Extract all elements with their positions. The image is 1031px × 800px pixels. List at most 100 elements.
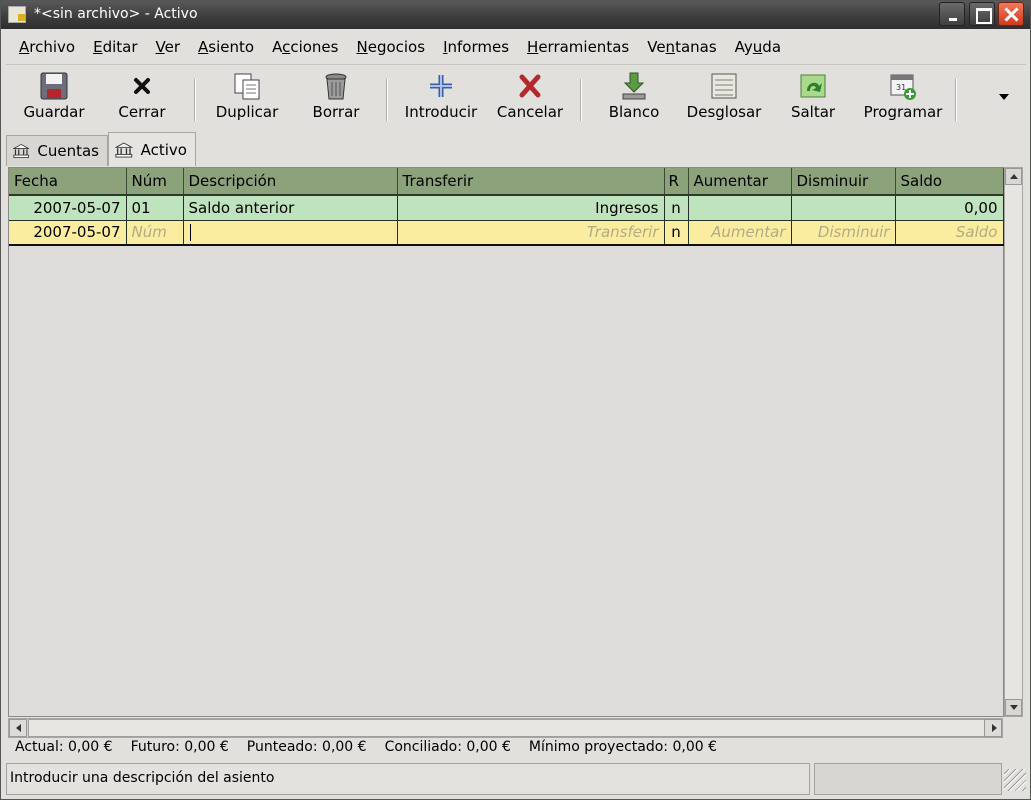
desglosar-button[interactable]: Desglosar <box>682 67 766 127</box>
saltar-button[interactable]: Saltar <box>778 67 848 127</box>
text-cursor <box>189 224 191 242</box>
borrar-button[interactable]: Borrar <box>300 67 372 127</box>
tab-activo-label: Activo <box>140 140 187 159</box>
tab-cuentas[interactable]: Cuentas <box>6 135 108 166</box>
arrow-left-icon <box>16 724 21 732</box>
register-header-row: Fecha Núm Descripción Transferir R Aumen… <box>9 168 1004 196</box>
cell-saldo: 0,00 <box>895 195 1004 221</box>
jump-icon <box>800 74 826 98</box>
notebook-tabs: Cuentas Activo <box>6 132 1026 166</box>
menu-bar: Archivo Editar Ver Asiento Acciones Nego… <box>6 32 1026 62</box>
maximize-button[interactable] <box>969 2 995 26</box>
col-header-descripcion[interactable]: Descripción <box>183 168 398 196</box>
close-window-button[interactable] <box>998 2 1024 26</box>
calendar-add-icon: 31 <box>890 74 916 100</box>
cell-saldo-placeholder: Saldo <box>895 220 1004 246</box>
introducir-button[interactable]: Introducir <box>400 67 482 127</box>
status-message: Introducir una descripción del asiento <box>6 763 810 795</box>
menu-archivo[interactable]: Archivo <box>6 38 84 56</box>
progress-area <box>814 763 1002 795</box>
cell-transferir-placeholder[interactable]: Transferir <box>397 220 665 246</box>
toolbar-overflow-arrow-icon[interactable] <box>999 94 1009 100</box>
col-header-aumentar[interactable]: Aumentar <box>688 168 792 196</box>
cell-transferir[interactable]: Ingresos <box>397 195 665 221</box>
bank-icon <box>13 143 30 158</box>
plus-icon <box>430 75 452 97</box>
summary-conciliado: Conciliado: 0,00 € <box>384 739 511 755</box>
horizontal-scroll-thumb[interactable] <box>28 719 985 737</box>
cell-disminuir-placeholder[interactable]: Disminuir <box>791 220 896 246</box>
cell-aumentar[interactable] <box>688 195 792 221</box>
menu-informes[interactable]: Informes <box>434 38 518 56</box>
toolbar-separator <box>194 79 196 121</box>
cell-num[interactable]: 01 <box>126 195 184 221</box>
col-header-saldo[interactable]: Saldo <box>895 168 1004 196</box>
summary-futuro: Futuro: 0,00 € <box>130 739 229 755</box>
summary-minimo-proyectado: Mínimo proyectado: 0,00 € <box>528 739 717 755</box>
table-row[interactable]: 2007-05-07 01 Saldo anterior Ingresos n … <box>9 195 1004 221</box>
menu-herramientas[interactable]: Herramientas <box>518 38 638 56</box>
duplicate-icon <box>234 73 260 100</box>
cancelar-button[interactable]: Cancelar <box>494 67 566 127</box>
trash-can-icon <box>325 73 347 100</box>
blank-transaction-icon <box>622 72 646 100</box>
summary-punteado: Punteado: 0,00 € <box>246 739 367 755</box>
cell-num-placeholder[interactable]: Núm <box>126 220 184 246</box>
arrow-down-icon <box>1010 705 1018 710</box>
blanco-button[interactable]: Blanco <box>598 67 670 127</box>
title-bar: *<sin archivo> - Activo <box>1 1 1030 29</box>
account-register: Fecha Núm Descripción Transferir R Aumen… <box>8 167 1004 717</box>
duplicar-button[interactable]: Duplicar <box>206 67 288 127</box>
floppy-disk-icon <box>40 72 68 100</box>
scroll-down-button[interactable] <box>1005 699 1022 716</box>
bank-icon <box>115 141 133 157</box>
cell-aumentar-placeholder[interactable]: Aumentar <box>688 220 792 246</box>
menu-ventanas[interactable]: Ventanas <box>638 38 725 56</box>
menu-editar[interactable]: Editar <box>84 38 146 56</box>
account-summary-bar: Actual: 0,00 € Futuro: 0,00 € Punteado: … <box>15 739 717 759</box>
cell-disminuir[interactable] <box>791 195 896 221</box>
window-title: *<sin archivo> - Activo <box>34 6 198 22</box>
scroll-up-button[interactable] <box>1005 168 1022 185</box>
cell-reconcile[interactable]: n <box>664 220 689 246</box>
svg-text:31: 31 <box>896 83 906 92</box>
menu-negocios[interactable]: Negocios <box>347 38 434 56</box>
cell-fecha[interactable]: 2007-05-07 <box>9 195 127 221</box>
menu-acciones[interactable]: Acciones <box>263 38 347 56</box>
toolbar: Guardar Cerrar Duplicar Borrar Introduci… <box>6 64 1026 130</box>
minimize-button[interactable] <box>939 2 965 26</box>
app-window: *<sin archivo> - Activo Archivo Editar V… <box>0 0 1031 800</box>
col-header-fecha[interactable]: Fecha <box>9 168 127 196</box>
status-bar: Introducir una descripción del asiento <box>6 763 1026 795</box>
register-table: Fecha Núm Descripción Transferir R Aumen… <box>9 168 1004 246</box>
menu-ver[interactable]: Ver <box>147 38 190 56</box>
toolbar-separator <box>580 79 582 121</box>
horizontal-scrollbar[interactable] <box>8 718 1003 738</box>
menu-asiento[interactable]: Asiento <box>189 38 263 56</box>
split-transaction-icon <box>711 73 737 99</box>
arrow-up-icon <box>1010 174 1018 179</box>
cell-descripcion-input[interactable] <box>183 220 398 246</box>
guardar-button[interactable]: Guardar <box>18 67 90 127</box>
table-row-current[interactable]: 2007-05-07 Núm Transferir n Aumentar Dis… <box>9 220 1004 246</box>
vertical-scrollbar[interactable] <box>1004 167 1023 717</box>
col-header-transferir[interactable]: Transferir <box>397 168 665 196</box>
programar-button[interactable]: 31 Programar <box>860 67 946 127</box>
col-header-num[interactable]: Núm <box>126 168 184 196</box>
col-header-disminuir[interactable]: Disminuir <box>791 168 896 196</box>
scroll-right-button[interactable] <box>984 719 1002 737</box>
cell-reconcile[interactable]: n <box>664 195 689 221</box>
toolbar-separator <box>955 79 957 121</box>
arrow-right-icon <box>992 724 997 732</box>
cerrar-button[interactable]: Cerrar <box>106 67 178 127</box>
gnucash-app-icon <box>8 6 26 23</box>
cell-fecha[interactable]: 2007-05-07 <box>9 220 127 246</box>
col-header-r[interactable]: R <box>664 168 689 196</box>
resize-grip[interactable] <box>1004 769 1026 791</box>
cell-descripcion[interactable]: Saldo anterior <box>183 195 398 221</box>
menu-ayuda[interactable]: Ayuda <box>726 38 790 56</box>
tab-activo[interactable]: Activo <box>108 132 196 166</box>
close-icon <box>134 78 150 94</box>
cancel-x-icon <box>519 74 541 98</box>
scroll-left-button[interactable] <box>9 719 27 737</box>
